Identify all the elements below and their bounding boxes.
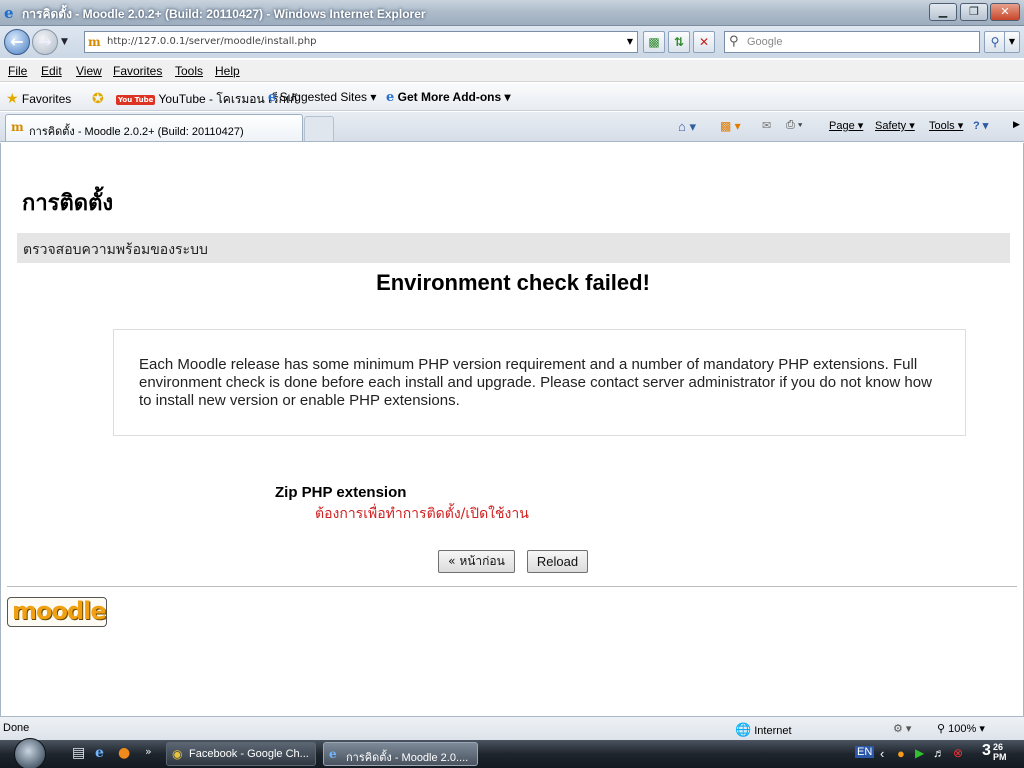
requirement-status: ต้องการเพื่อทำการติดตั้ง/เปิดใช้งาน — [315, 506, 529, 522]
reload-button[interactable]: Reload — [527, 550, 588, 573]
youtube-icon: You Tube — [116, 95, 156, 105]
chrome-icon: ◉ — [172, 747, 183, 761]
page-content: การติดตั้ง ตรวจสอบความพร้อมของระบบ Envir… — [0, 143, 1024, 716]
favorites-bar: ★ Favorites ✪ You Tube YouTube - โคเรมอน… — [0, 83, 1024, 111]
clock-ampm: PM — [993, 752, 1007, 762]
system-clock[interactable]: 3 26 PM — [982, 742, 1007, 762]
menu-favorites[interactable]: Favorites — [113, 64, 162, 78]
windows-taskbar: ▤ e ● » ◉ Facebook - Google Ch... e การค… — [0, 738, 1024, 768]
ie-page-icon: e — [386, 90, 395, 105]
step-title: ตรวจสอบความพร้อมของระบบ — [23, 242, 208, 258]
tab-label: การคิดตั้ง - Moodle 2.0.2+ (Build: 20110… — [29, 126, 244, 138]
language-indicator[interactable]: EN — [855, 746, 875, 758]
ie-logo-icon: e — [4, 4, 14, 22]
environment-error-title: Environment check failed! — [376, 270, 650, 295]
minimize-button[interactable]: ▁ — [929, 3, 957, 21]
forward-button[interactable]: → — [32, 29, 58, 55]
clock-minutes: 26 — [993, 742, 1004, 752]
moodle-logo[interactable]: moodle — [7, 597, 107, 627]
favorites-button[interactable]: ★ Favorites — [6, 90, 71, 107]
back-button[interactable]: ← — [4, 29, 30, 55]
taskbar-item-chrome[interactable]: ◉ Facebook - Google Ch... — [166, 742, 316, 766]
menu-help[interactable]: Help — [215, 64, 240, 78]
address-url[interactable]: http://127.0.0.1/server/moodle/install.p… — [107, 36, 317, 47]
close-window-button[interactable]: ✕ — [990, 3, 1020, 21]
firefox-icon[interactable]: ● — [118, 745, 130, 761]
page-title: การติดตั้ง — [22, 191, 114, 216]
compatibility-view-button[interactable]: ▩ — [643, 31, 665, 53]
menu-tools[interactable]: Tools — [175, 64, 203, 78]
requirement-name: Zip PHP extension — [275, 484, 407, 501]
address-bar[interactable]: m http://127.0.0.1/server/moodle/install… — [84, 31, 638, 53]
tools-menu[interactable]: Tools ▾ — [929, 119, 963, 132]
taskbar-item-ie-moodle[interactable]: e การคิดตั้ง - Moodle 2.0.... — [323, 742, 478, 766]
menu-view[interactable]: View — [76, 64, 102, 78]
moodle-favicon-icon: m — [11, 120, 24, 134]
recent-pages-dropdown-icon[interactable]: ▼ — [61, 37, 68, 47]
more-commands-chevron-icon[interactable]: ▶ — [1013, 119, 1020, 130]
search-box[interactable]: ⚲ Google — [724, 31, 980, 53]
internet-globe-icon: 🌐 — [735, 722, 752, 737]
status-bar: Done 🌐 Internet ⚙ ▾ ⚲ 100% ▾ — [0, 716, 1024, 740]
volume-icon[interactable]: ♬ — [933, 746, 945, 760]
suggested-sites-link[interactable]: e Suggested Sites ▾ — [268, 90, 376, 105]
maximize-button[interactable]: ❐ — [960, 3, 988, 21]
footer-divider — [7, 586, 1017, 587]
tab-moodle-install[interactable]: m การคิดตั้ง - Moodle 2.0.2+ (Build: 201… — [5, 114, 303, 141]
search-go-button[interactable]: ⚲ — [984, 31, 1006, 53]
menu-bar: File Edit View Favorites Tools Help — [0, 60, 1024, 82]
search-input[interactable]: Google — [747, 36, 782, 48]
feeds-icon[interactable]: ▩ ▾ — [720, 119, 741, 133]
tray-expand-icon[interactable]: ‹ — [880, 746, 884, 761]
clock-hour: 3 — [982, 742, 991, 759]
ie-page-icon: e — [268, 90, 277, 105]
step-header: ตรวจสอบความพร้อมของระบบ — [17, 233, 1010, 263]
previous-button[interactable]: « หน้าก่อน — [438, 550, 515, 573]
info-text: Each Moodle release has some minimum PHP… — [139, 356, 932, 409]
start-button[interactable] — [14, 738, 46, 768]
safety-menu[interactable]: Safety ▾ — [875, 119, 915, 132]
moodle-logo-text: moodle — [12, 597, 107, 625]
refresh-button[interactable]: ⇅ — [668, 31, 690, 53]
tray-app-icon[interactable]: ● — [897, 746, 905, 761]
search-options-dropdown-icon[interactable]: ▼ — [1004, 31, 1020, 53]
menu-edit[interactable]: Edit — [41, 64, 62, 78]
internet-explorer-icon: e — [329, 747, 337, 761]
address-dropdown-icon[interactable]: ▼ — [627, 37, 633, 46]
moodle-favicon-icon: m — [88, 35, 101, 49]
zoom-level[interactable]: ⚲ 100% ▾ — [937, 722, 985, 735]
search-icon: ⚲ — [729, 34, 739, 49]
show-desktop-icon[interactable]: ▤ — [72, 745, 85, 761]
new-tab-button[interactable] — [304, 116, 334, 141]
help-icon[interactable]: ? ▾ — [973, 119, 988, 132]
window-title: การคิดตั้ง - Moodle 2.0.2+ (Build: 20110… — [22, 7, 426, 21]
stop-button[interactable]: ✕ — [693, 31, 715, 53]
internet-explorer-icon[interactable]: e — [95, 745, 104, 761]
security-alert-icon[interactable]: ⊗ — [953, 746, 963, 760]
taskbar-item-label: Facebook - Google Ch... — [189, 748, 309, 760]
tab-bar: m การคิดตั้ง - Moodle 2.0.2+ (Build: 201… — [0, 112, 1024, 142]
zoom-magnifier-icon: ⚲ — [937, 723, 946, 735]
info-box: Each Moodle release has some minimum PHP… — [113, 329, 966, 436]
page-menu[interactable]: Page ▾ — [829, 119, 863, 132]
print-icon[interactable]: ⎙ ▾ — [786, 119, 802, 132]
add-to-favorites-bar-icon[interactable]: ✪ — [92, 90, 104, 107]
mail-icon[interactable]: ✉ — [762, 119, 771, 132]
favorites-star-icon: ★ — [6, 90, 19, 106]
window-title-bar: e การคิดตั้ง - Moodle 2.0.2+ (Build: 201… — [0, 0, 1024, 26]
home-icon[interactable]: ⌂ ▾ — [678, 119, 696, 135]
menu-file[interactable]: File — [8, 64, 27, 78]
taskbar-item-label: การคิดตั้ง - Moodle 2.0.... — [346, 752, 469, 764]
network-status-icon[interactable]: ▶ — [915, 746, 924, 760]
status-text: Done — [3, 722, 30, 734]
quicklaunch-more-icon[interactable]: » — [145, 745, 152, 758]
get-more-addons-link[interactable]: e Get More Add-ons ▾ — [386, 90, 511, 105]
security-zone[interactable]: 🌐 Internet — [735, 722, 792, 738]
protected-mode-icon[interactable]: ⚙ ▾ — [893, 722, 911, 735]
